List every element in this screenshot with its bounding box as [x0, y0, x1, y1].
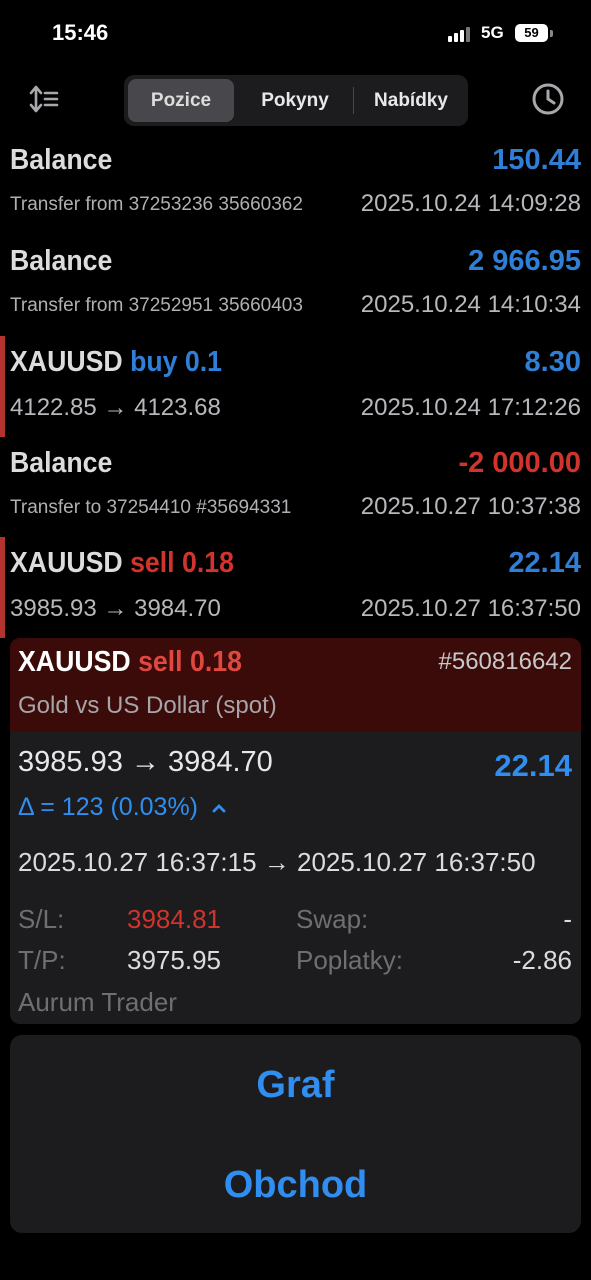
deal-side: sell 0.18 — [130, 547, 234, 579]
deal-time: 2025.10.24 14:09:28 — [360, 190, 581, 217]
deal-title: Balance — [10, 245, 113, 277]
detail-comment: Aurum Trader — [18, 987, 177, 1017]
detail-delta-text: Δ = 123 (0.03%) — [18, 793, 199, 821]
deal-amount: -2 000.00 — [458, 447, 581, 479]
deal-comment: Transfer from 37253236 35660362 — [10, 194, 303, 215]
chevron-up-icon — [212, 804, 226, 813]
swap-label: Swap: — [296, 904, 369, 934]
deal-accent-bar — [0, 537, 5, 638]
sl-value: 3984.81 — [127, 904, 221, 934]
deal-accent-bar — [0, 336, 5, 437]
trade-button[interactable]: Obchod — [10, 1164, 581, 1207]
deal-detail-header: XAUUSD sell 0.18 #560816642 Gold vs US D… — [10, 638, 581, 732]
deal-title: XAUUSD sell 0.18 — [10, 547, 234, 580]
deal-title: Balance — [10, 144, 113, 176]
cellular-signal-icon — [448, 26, 474, 42]
deal-title: XAUUSD buy 0.1 — [10, 346, 222, 379]
segmented-control: Pozice Pokyny Nabídky — [124, 75, 468, 126]
fees-label: Poplatky: — [296, 945, 403, 975]
detail-side: sell 0.18 — [138, 646, 242, 678]
battery-nub — [550, 30, 553, 37]
detail-prices: 3985.93 → 3984.70 — [18, 746, 273, 778]
status-time: 15:46 — [52, 20, 109, 45]
deal-time: 2025.10.27 16:37:50 — [360, 595, 581, 622]
tab-positions[interactable]: Pozice — [128, 79, 234, 122]
tp-value: 3975.95 — [127, 945, 221, 975]
detail-description: Gold vs US Dollar (spot) — [18, 692, 277, 719]
deal-prices: 3985.93 → 3984.70 — [10, 595, 221, 622]
history-clock-icon[interactable] — [531, 82, 565, 116]
chart-button[interactable]: Graf — [10, 1064, 581, 1107]
detail-delta[interactable]: Δ = 123 (0.03%) — [18, 793, 227, 822]
deal-amount: 8.30 — [524, 346, 581, 378]
deal-amount: 2 966.95 — [468, 245, 581, 277]
detail-ticket: #560816642 — [438, 648, 572, 675]
deal-detail-card: XAUUSD sell 0.18 #560816642 Gold vs US D… — [10, 638, 581, 1024]
deal-side: buy 0.1 — [130, 346, 223, 378]
deal-title: Balance — [10, 447, 113, 479]
deal-row[interactable]: XAUUSD buy 0.1 8.30 4122.85 → 4123.68 20… — [0, 336, 591, 437]
deal-symbol: XAUUSD — [10, 346, 123, 378]
detail-profit: 22.14 — [494, 748, 572, 783]
deal-comment: Transfer from 37252951 35660403 — [10, 295, 303, 316]
fees-value: -2.86 — [512, 945, 572, 975]
detail-symbol: XAUUSD — [18, 646, 131, 678]
battery-icon: 59 — [515, 24, 548, 42]
tp-label: T/P: — [18, 945, 66, 975]
deal-comment: Transfer to 37254410 #35694331 — [10, 497, 292, 518]
action-sheet: Graf Obchod — [10, 1035, 581, 1233]
deal-row[interactable]: Balance -2 000.00 Transfer to 37254410 #… — [0, 445, 591, 546]
deal-row[interactable]: XAUUSD sell 0.18 22.14 3985.93 → 3984.70… — [0, 537, 591, 638]
deal-time: 2025.10.24 14:10:34 — [360, 291, 581, 318]
tab-deals[interactable]: Nabídky — [354, 79, 468, 122]
tab-orders[interactable]: Pokyny — [238, 79, 352, 122]
deal-symbol: XAUUSD — [10, 547, 123, 579]
deal-time: 2025.10.24 17:12:26 — [360, 394, 581, 421]
deal-row[interactable]: Balance 150.44 Transfer from 37253236 35… — [0, 142, 591, 243]
deal-prices: 4122.85 → 4123.68 — [10, 394, 221, 421]
sl-label: S/L: — [18, 904, 65, 934]
deal-row[interactable]: Balance 2 966.95 Transfer from 37252951 … — [0, 243, 591, 344]
deal-amount: 22.14 — [508, 547, 581, 579]
detail-times: 2025.10.27 16:37:15 → 2025.10.27 16:37:5… — [18, 847, 536, 877]
detail-title: XAUUSD sell 0.18 — [18, 646, 242, 679]
deal-amount: 150.44 — [492, 144, 581, 176]
network-type: 5G — [481, 23, 504, 42]
deal-time: 2025.10.27 10:37:38 — [360, 493, 581, 520]
swap-value: - — [563, 904, 572, 934]
sort-icon[interactable] — [28, 84, 60, 114]
